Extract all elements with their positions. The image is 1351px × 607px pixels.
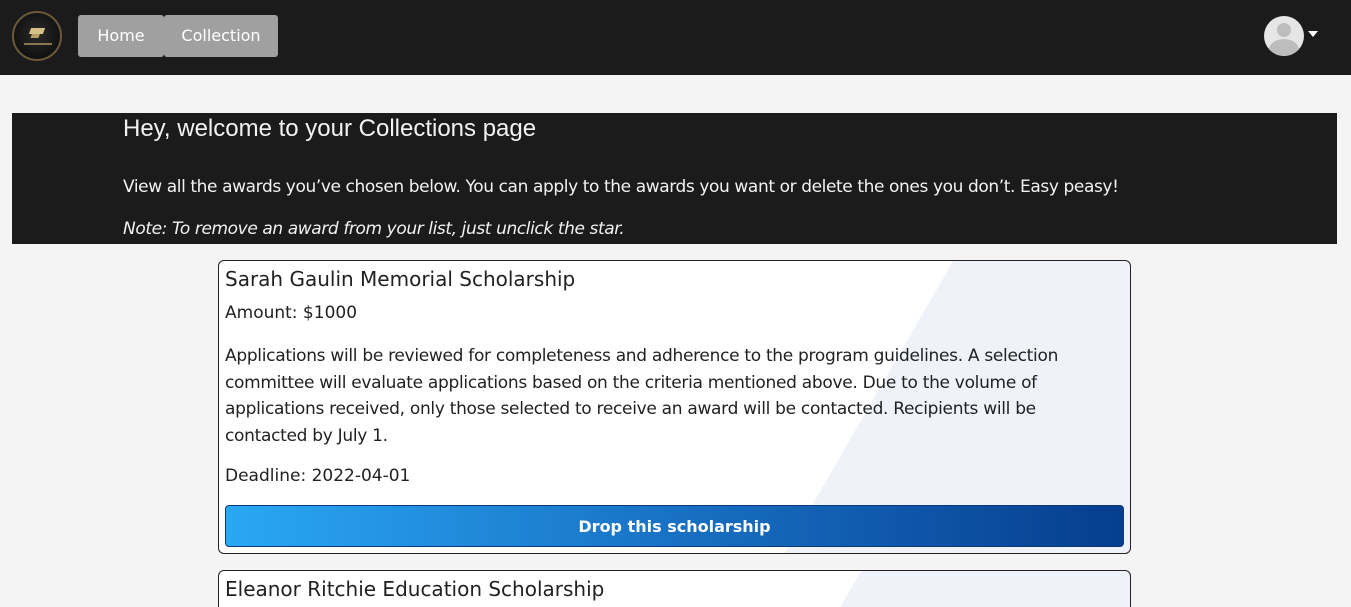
- scholarship-amount: Amount: $1000: [225, 303, 358, 323]
- nav-collection-button[interactable]: Collection: [164, 15, 278, 57]
- nav-home-button[interactable]: Home: [78, 15, 164, 57]
- scholarship-card: Eleanor Ritchie Education Scholarship: [218, 570, 1131, 607]
- chevron-down-icon[interactable]: [1308, 31, 1318, 37]
- top-navbar: Home Collection: [0, 0, 1351, 75]
- scholarship-title: Sarah Gaulin Memorial Scholarship: [225, 267, 576, 291]
- user-avatar-icon[interactable]: [1264, 16, 1304, 56]
- drop-scholarship-button[interactable]: Drop this scholarship: [225, 505, 1124, 547]
- scholarship-title: Eleanor Ritchie Education Scholarship: [225, 577, 605, 601]
- banner-subtitle: View all the awards you’ve chosen below.…: [123, 177, 1119, 197]
- logo-icon[interactable]: [12, 11, 62, 61]
- scholarship-deadline: Deadline: 2022-04-01: [225, 466, 411, 486]
- page-title: Hey, welcome to your Collections page: [123, 115, 537, 142]
- welcome-banner: Hey, welcome to your Collections page Vi…: [12, 113, 1337, 244]
- banner-note: Note: To remove an award from your list,…: [123, 219, 625, 239]
- scholarship-description: Applications will be reviewed for comple…: [225, 346, 1059, 446]
- scholarship-card: Sarah Gaulin Memorial Scholarship Amount…: [218, 260, 1131, 554]
